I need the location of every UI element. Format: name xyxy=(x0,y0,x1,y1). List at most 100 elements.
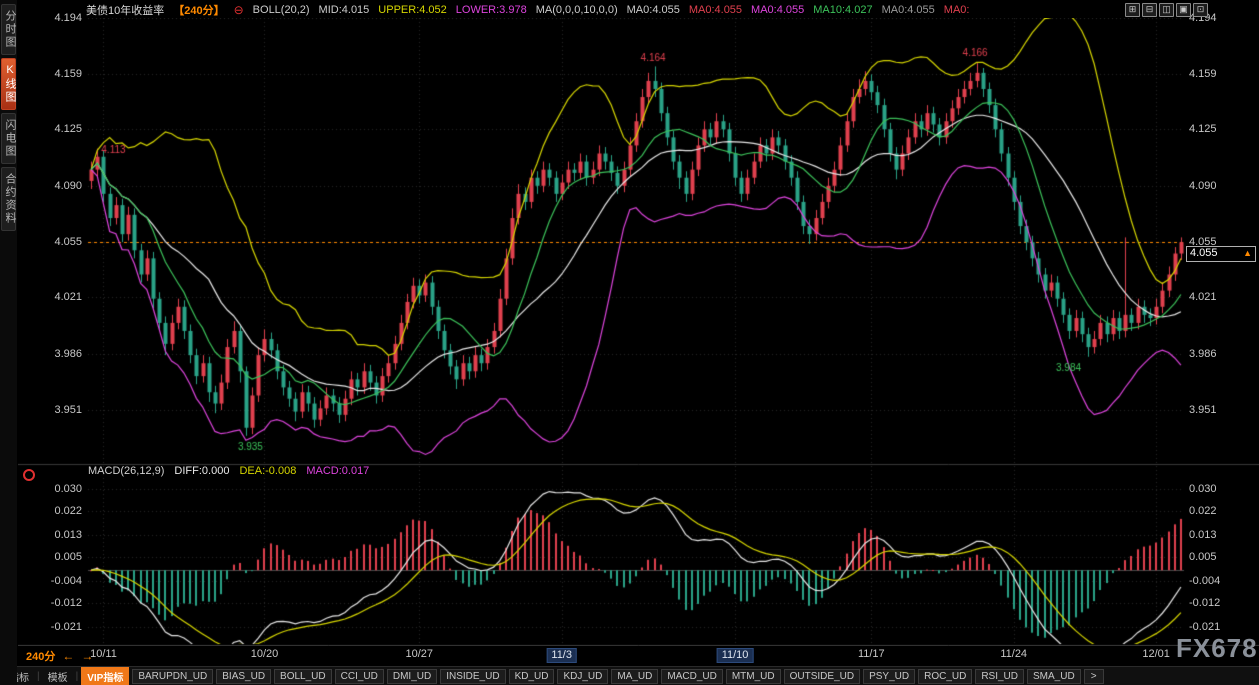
indicator-button-kd_ud[interactable]: KD_UD xyxy=(509,669,555,684)
indicator-pane-icon[interactable] xyxy=(23,469,35,481)
toolbar-tab-2[interactable]: 模板 xyxy=(43,668,73,685)
macd-tick-right-4: 0.005 xyxy=(1189,551,1251,563)
indicator-button-roc_ud[interactable]: ROC_UD xyxy=(918,669,972,684)
price-tick-left-3: 4.125 xyxy=(30,123,82,135)
macd-tick-left-3: 0.013 xyxy=(30,529,82,541)
sidebar-tab-2[interactable]: K线图 xyxy=(1,58,16,110)
macd-tick-right-5: -0.004 xyxy=(1189,575,1251,587)
layout-icon-2[interactable]: ⊟ xyxy=(1142,3,1157,17)
date-label-7: 11/24 xyxy=(1000,648,1027,661)
vip-indicator-button[interactable]: VIP指标 xyxy=(81,667,129,685)
layout-icon-3[interactable]: ◫ xyxy=(1159,3,1174,17)
macd-tick-left-5: -0.004 xyxy=(30,575,82,587)
date-label-8: 12/01 xyxy=(1142,648,1170,661)
indicator-button-boll_ud[interactable]: BOLL_UD xyxy=(274,669,332,684)
indicator-button-mtm_ud[interactable]: MTM_UD xyxy=(726,669,781,684)
layout-icon-5[interactable]: ⊡ xyxy=(1193,3,1208,17)
macd-title: MACD(26,12,9) xyxy=(88,465,164,477)
date-label-4: 11/3 xyxy=(546,648,577,663)
indicator-button-outside_ud[interactable]: OUTSIDE_UD xyxy=(784,669,860,684)
symbol-title: 美债10年收益率 xyxy=(86,2,164,18)
macd-tick-left-4: 0.005 xyxy=(30,551,82,563)
price-tick-right-6: 4.021 xyxy=(1189,291,1251,303)
date-label-6: 11/17 xyxy=(858,648,885,661)
macd-header: MACD(26,12,9) DIFF:0.000 DEA:-0.008 MACD… xyxy=(88,465,369,477)
indicator-readout-8: MA0:4.055 xyxy=(751,4,804,16)
indicator-button-ma_ud[interactable]: MA_UD xyxy=(611,669,658,684)
indicator-readout-7: MA0:4.055 xyxy=(689,4,742,16)
period-label: 【240分】 xyxy=(173,2,224,18)
macd-tick-left-1: 0.030 xyxy=(30,483,82,495)
indicator-button-dmi_ud[interactable]: DMI_UD xyxy=(387,669,437,684)
indicator-readout-5: MA(0,0,0,10,0,0) xyxy=(536,4,618,16)
indicator-button-cci_ud[interactable]: CCI_UD xyxy=(335,669,384,684)
scroll-right-icon[interactable]: → xyxy=(81,649,93,663)
price-tick-left-8: 3.951 xyxy=(30,404,82,416)
sidebar-tab-4[interactable]: 合约资料 xyxy=(1,167,16,231)
macd-tick-right-6: -0.012 xyxy=(1189,597,1251,609)
macd-tick-right-1: 0.030 xyxy=(1189,483,1251,495)
macd-tick-left-2: 0.022 xyxy=(30,505,82,517)
price-tick-left-5: 4.055 xyxy=(30,236,82,248)
date-label-3: 10/27 xyxy=(406,648,434,661)
indicator-button-psy_ud[interactable]: PSY_UD xyxy=(863,669,915,684)
price-tick-left-6: 4.021 xyxy=(30,291,82,303)
toolbar-more-button[interactable]: > xyxy=(1084,669,1104,684)
indicator-readout-6: MA0:4.055 xyxy=(627,4,680,16)
indicator-button-bias_ud[interactable]: BIAS_UD xyxy=(216,669,271,684)
indicator-button-macd_ud[interactable]: MACD_UD xyxy=(661,669,722,684)
footer-period-label: 240分 xyxy=(26,648,55,664)
price-tick-left-2: 4.159 xyxy=(30,68,82,80)
price-up-arrow-icon: ▲ xyxy=(1243,247,1252,261)
macd-tick-right-3: 0.013 xyxy=(1189,529,1251,541)
indicator-button-inside_ud[interactable]: INSIDE_UD xyxy=(440,669,505,684)
price-tick-right-8: 3.951 xyxy=(1189,404,1251,416)
price-tick-right-7: 3.986 xyxy=(1189,348,1251,360)
chart-header: 美债10年收益率 【240分】 ⊖ BOLL(20,2) MID:4.015 UPP… xyxy=(86,2,969,18)
indicator-readout-1: BOLL(20,2) xyxy=(253,4,310,16)
macd-tick-left-7: -0.021 xyxy=(30,621,82,633)
toolbar-separator-1: | xyxy=(37,671,40,682)
macd-tick-right-2: 0.022 xyxy=(1189,505,1251,517)
last-price-tag: 4.055 ▲ xyxy=(1186,246,1256,262)
scroll-left-icon[interactable]: ← xyxy=(62,649,74,663)
collapse-chart-icon[interactable]: ⊖ xyxy=(234,4,244,16)
indicator-readout-9: MA10:4.027 xyxy=(813,4,872,16)
macd-diff-value: DIFF:0.000 xyxy=(174,465,229,477)
window-layout-icons: ⊞⊟◫▣⊡ xyxy=(1125,3,1208,17)
indicator-readout-2: MID:4.015 xyxy=(319,4,370,16)
trading-terminal: 分时图 K线图闪电图合约资料 美债10年收益率 【240分】 ⊖ BOLL(20,… xyxy=(0,0,1259,685)
price-tick-left-1: 4.194 xyxy=(30,12,82,24)
indicator-button-kdj_ud[interactable]: KDJ_UD xyxy=(557,669,608,684)
indicator-button-rsi_ud[interactable]: RSI_UD xyxy=(975,669,1024,684)
indicator-readout-4: LOWER:3.978 xyxy=(456,4,527,16)
footer-period-control: 240分 ← → xyxy=(26,648,93,664)
indicator-readout-11: MA0: xyxy=(944,4,970,16)
candlestick-macd-chart-canvas[interactable] xyxy=(18,18,1259,646)
macd-tick-left-6: -0.012 xyxy=(30,597,82,609)
indicator-button-barupdn_ud[interactable]: BARUPDN_UD xyxy=(132,669,213,684)
watermark: FX678 xyxy=(1176,633,1258,664)
chart-region: 4.1944.1944.1594.1594.1254.1254.0904.090… xyxy=(0,0,1259,685)
price-tick-right-2: 4.159 xyxy=(1189,68,1251,80)
sidebar-tab-3[interactable]: 闪电图 xyxy=(1,113,16,164)
price-tick-left-7: 3.986 xyxy=(30,348,82,360)
indicator-readout-3: UPPER:4.052 xyxy=(378,4,446,16)
indicator-readout-10: MA0:4.055 xyxy=(882,4,935,16)
last-price-value: 4.055 xyxy=(1190,247,1218,261)
sidebar-tab-1[interactable]: 分时图 xyxy=(1,4,16,55)
macd-tick-right-7: -0.021 xyxy=(1189,621,1251,633)
price-tick-right-3: 4.125 xyxy=(1189,123,1251,135)
macd-macd-value: MACD:0.017 xyxy=(306,465,369,477)
indicator-readouts: BOLL(20,2) MID:4.015 UPPER:4.052 LOWER:3.97… xyxy=(253,4,970,16)
date-label-2: 10/20 xyxy=(251,648,279,661)
toolbar-separator-2: | xyxy=(76,671,79,682)
date-label-1: 10/11 xyxy=(90,648,117,661)
layout-icon-1[interactable]: ⊞ xyxy=(1125,3,1140,17)
date-label-5: 11/10 xyxy=(717,648,754,663)
price-tick-left-4: 4.090 xyxy=(30,180,82,192)
layout-icon-4[interactable]: ▣ xyxy=(1176,3,1191,17)
indicator-button-sma_ud[interactable]: SMA_UD xyxy=(1027,669,1081,684)
left-sidebar: 分时图 K线图闪电图合约资料 xyxy=(0,0,17,685)
price-tick-right-4: 4.090 xyxy=(1189,180,1251,192)
